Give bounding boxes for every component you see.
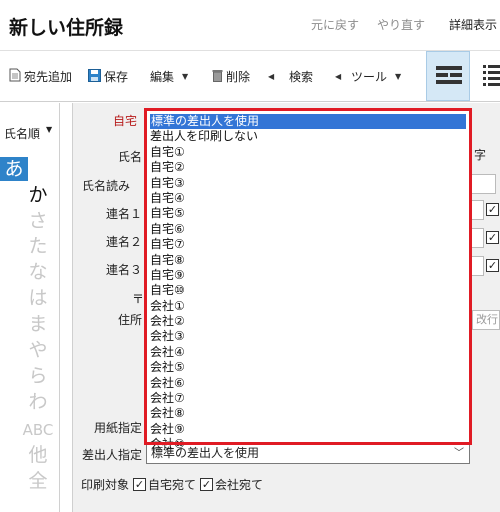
- sender-option[interactable]: 自宅④: [147, 191, 469, 206]
- sender-option[interactable]: 会社①: [147, 299, 469, 314]
- joint2-checkbox[interactable]: ✓: [486, 231, 499, 244]
- joint-name-2-label: 連名２: [106, 235, 143, 249]
- card-view-button[interactable]: [426, 51, 470, 101]
- delete-button[interactable]: 削除: [212, 68, 250, 85]
- print-target-row: 印刷対象 ✓ 自宅宛て ✓ 会社宛て: [81, 476, 263, 493]
- address-label: 住所: [118, 313, 143, 327]
- document-icon: [9, 68, 21, 85]
- sender-option[interactable]: 自宅⑩: [147, 283, 469, 298]
- kana-index-ta[interactable]: た: [0, 234, 76, 258]
- sender-option[interactable]: 会社⑤: [147, 360, 469, 375]
- previous-arrow-icon[interactable]: ◀: [268, 72, 274, 81]
- joint-name-3-label: 連名３: [106, 263, 143, 277]
- sender-option[interactable]: 会社⑨: [147, 422, 469, 437]
- home-tab[interactable]: 自宅: [113, 112, 137, 129]
- joint3-checkbox[interactable]: ✓: [486, 259, 499, 272]
- chevron-down-icon: ▼: [182, 72, 189, 81]
- title-bar: 新しい住所録 元に戻す やり直す 詳細表示: [0, 0, 500, 50]
- kana-index-a[interactable]: あ: [0, 157, 28, 181]
- toolbar: 宛先追加 保存 編集 ▼ 削除 ◀ 検索 ◀ ツール ▼: [0, 50, 500, 102]
- newline-button[interactable]: 改行: [472, 310, 500, 330]
- sender-option[interactable]: 会社⑧: [147, 406, 469, 421]
- tools-menu[interactable]: ツール ▼: [351, 68, 401, 85]
- sender-option[interactable]: 自宅③: [147, 176, 469, 191]
- sender-label: 差出人指定: [82, 448, 143, 462]
- sender-option[interactable]: 会社②: [147, 314, 469, 329]
- list-view-icon: [483, 65, 500, 86]
- reading-input-edge[interactable]: [470, 174, 496, 194]
- sender-option[interactable]: 自宅⑨: [147, 268, 469, 283]
- kana-index-abc[interactable]: ABC: [0, 418, 76, 442]
- kana-index-ha[interactable]: は: [0, 286, 76, 310]
- trash-icon: [212, 69, 223, 85]
- kana-index-na[interactable]: な: [0, 260, 76, 284]
- add-address-button[interactable]: 宛先追加: [9, 68, 72, 85]
- name-label: 氏名: [118, 150, 143, 164]
- print-company-checkbox[interactable]: ✓: [200, 478, 214, 491]
- search-button[interactable]: 検索: [289, 68, 313, 85]
- sender-option[interactable]: 会社⑩: [147, 437, 469, 452]
- paper-label: 用紙指定: [94, 421, 143, 435]
- sender-option[interactable]: 標準の差出人を使用: [150, 114, 466, 130]
- app-title: 新しい住所録: [9, 17, 124, 39]
- print-home-label: 自宅宛て: [148, 478, 197, 492]
- save-button[interactable]: 保存: [88, 68, 128, 85]
- sender-option[interactable]: 会社④: [147, 345, 469, 360]
- print-target-label: 印刷対象: [81, 478, 130, 492]
- sender-option[interactable]: 自宅⑧: [147, 253, 469, 268]
- next-arrow-icon[interactable]: ◀: [335, 72, 341, 81]
- kana-index-ka[interactable]: か: [0, 183, 76, 207]
- joint-name-1-label: 連名１: [106, 207, 143, 221]
- kana-index-other[interactable]: 他: [0, 443, 76, 467]
- chevron-down-icon[interactable]: ▼: [46, 125, 52, 134]
- undo-button[interactable]: 元に戻す: [311, 16, 359, 33]
- joint2-input-edge[interactable]: [470, 228, 484, 248]
- kana-index-ra[interactable]: ら: [0, 364, 76, 388]
- redo-button[interactable]: やり直す: [377, 16, 425, 33]
- print-home-checkbox[interactable]: ✓: [133, 478, 147, 491]
- sender-option[interactable]: 自宅⑤: [147, 206, 469, 221]
- sender-option[interactable]: 会社⑥: [147, 376, 469, 391]
- sender-dropdown-list: 標準の差出人を使用 差出人を印刷しない 自宅① 自宅② 自宅③ 自宅④ 自宅⑤ …: [144, 108, 472, 451]
- character-label: 字: [474, 148, 487, 162]
- kana-index-sa[interactable]: さ: [0, 209, 76, 233]
- sender-option[interactable]: 会社③: [147, 329, 469, 344]
- kana-index-wa[interactable]: わ: [0, 390, 76, 414]
- kana-index-ma[interactable]: ま: [0, 312, 76, 336]
- sort-order-label[interactable]: 氏名順: [4, 125, 40, 142]
- kana-index-ya[interactable]: や: [0, 338, 76, 362]
- chevron-down-icon: ▼: [395, 72, 402, 81]
- name-reading-label: 氏名読み: [82, 179, 131, 193]
- joint1-checkbox[interactable]: ✓: [486, 203, 499, 216]
- postal-label: 〒: [132, 292, 145, 306]
- joint1-input-edge[interactable]: [470, 200, 484, 220]
- sender-option[interactable]: 自宅②: [147, 160, 469, 175]
- list-view-button[interactable]: [476, 51, 500, 101]
- floppy-disk-icon: [88, 68, 101, 85]
- edit-menu[interactable]: 編集 ▼: [150, 68, 188, 85]
- detail-view-button[interactable]: 詳細表示: [449, 16, 497, 33]
- joint3-input-edge[interactable]: [470, 256, 484, 276]
- sender-option[interactable]: 自宅①: [147, 145, 469, 160]
- sender-option[interactable]: 自宅⑦: [147, 237, 469, 252]
- card-view-icon: [436, 66, 462, 84]
- sender-option[interactable]: 会社⑦: [147, 391, 469, 406]
- sender-option[interactable]: 自宅⑥: [147, 222, 469, 237]
- kana-index-all[interactable]: 全: [0, 469, 76, 493]
- sender-option[interactable]: 差出人を印刷しない: [147, 129, 469, 144]
- print-company-label: 会社宛て: [215, 478, 264, 492]
